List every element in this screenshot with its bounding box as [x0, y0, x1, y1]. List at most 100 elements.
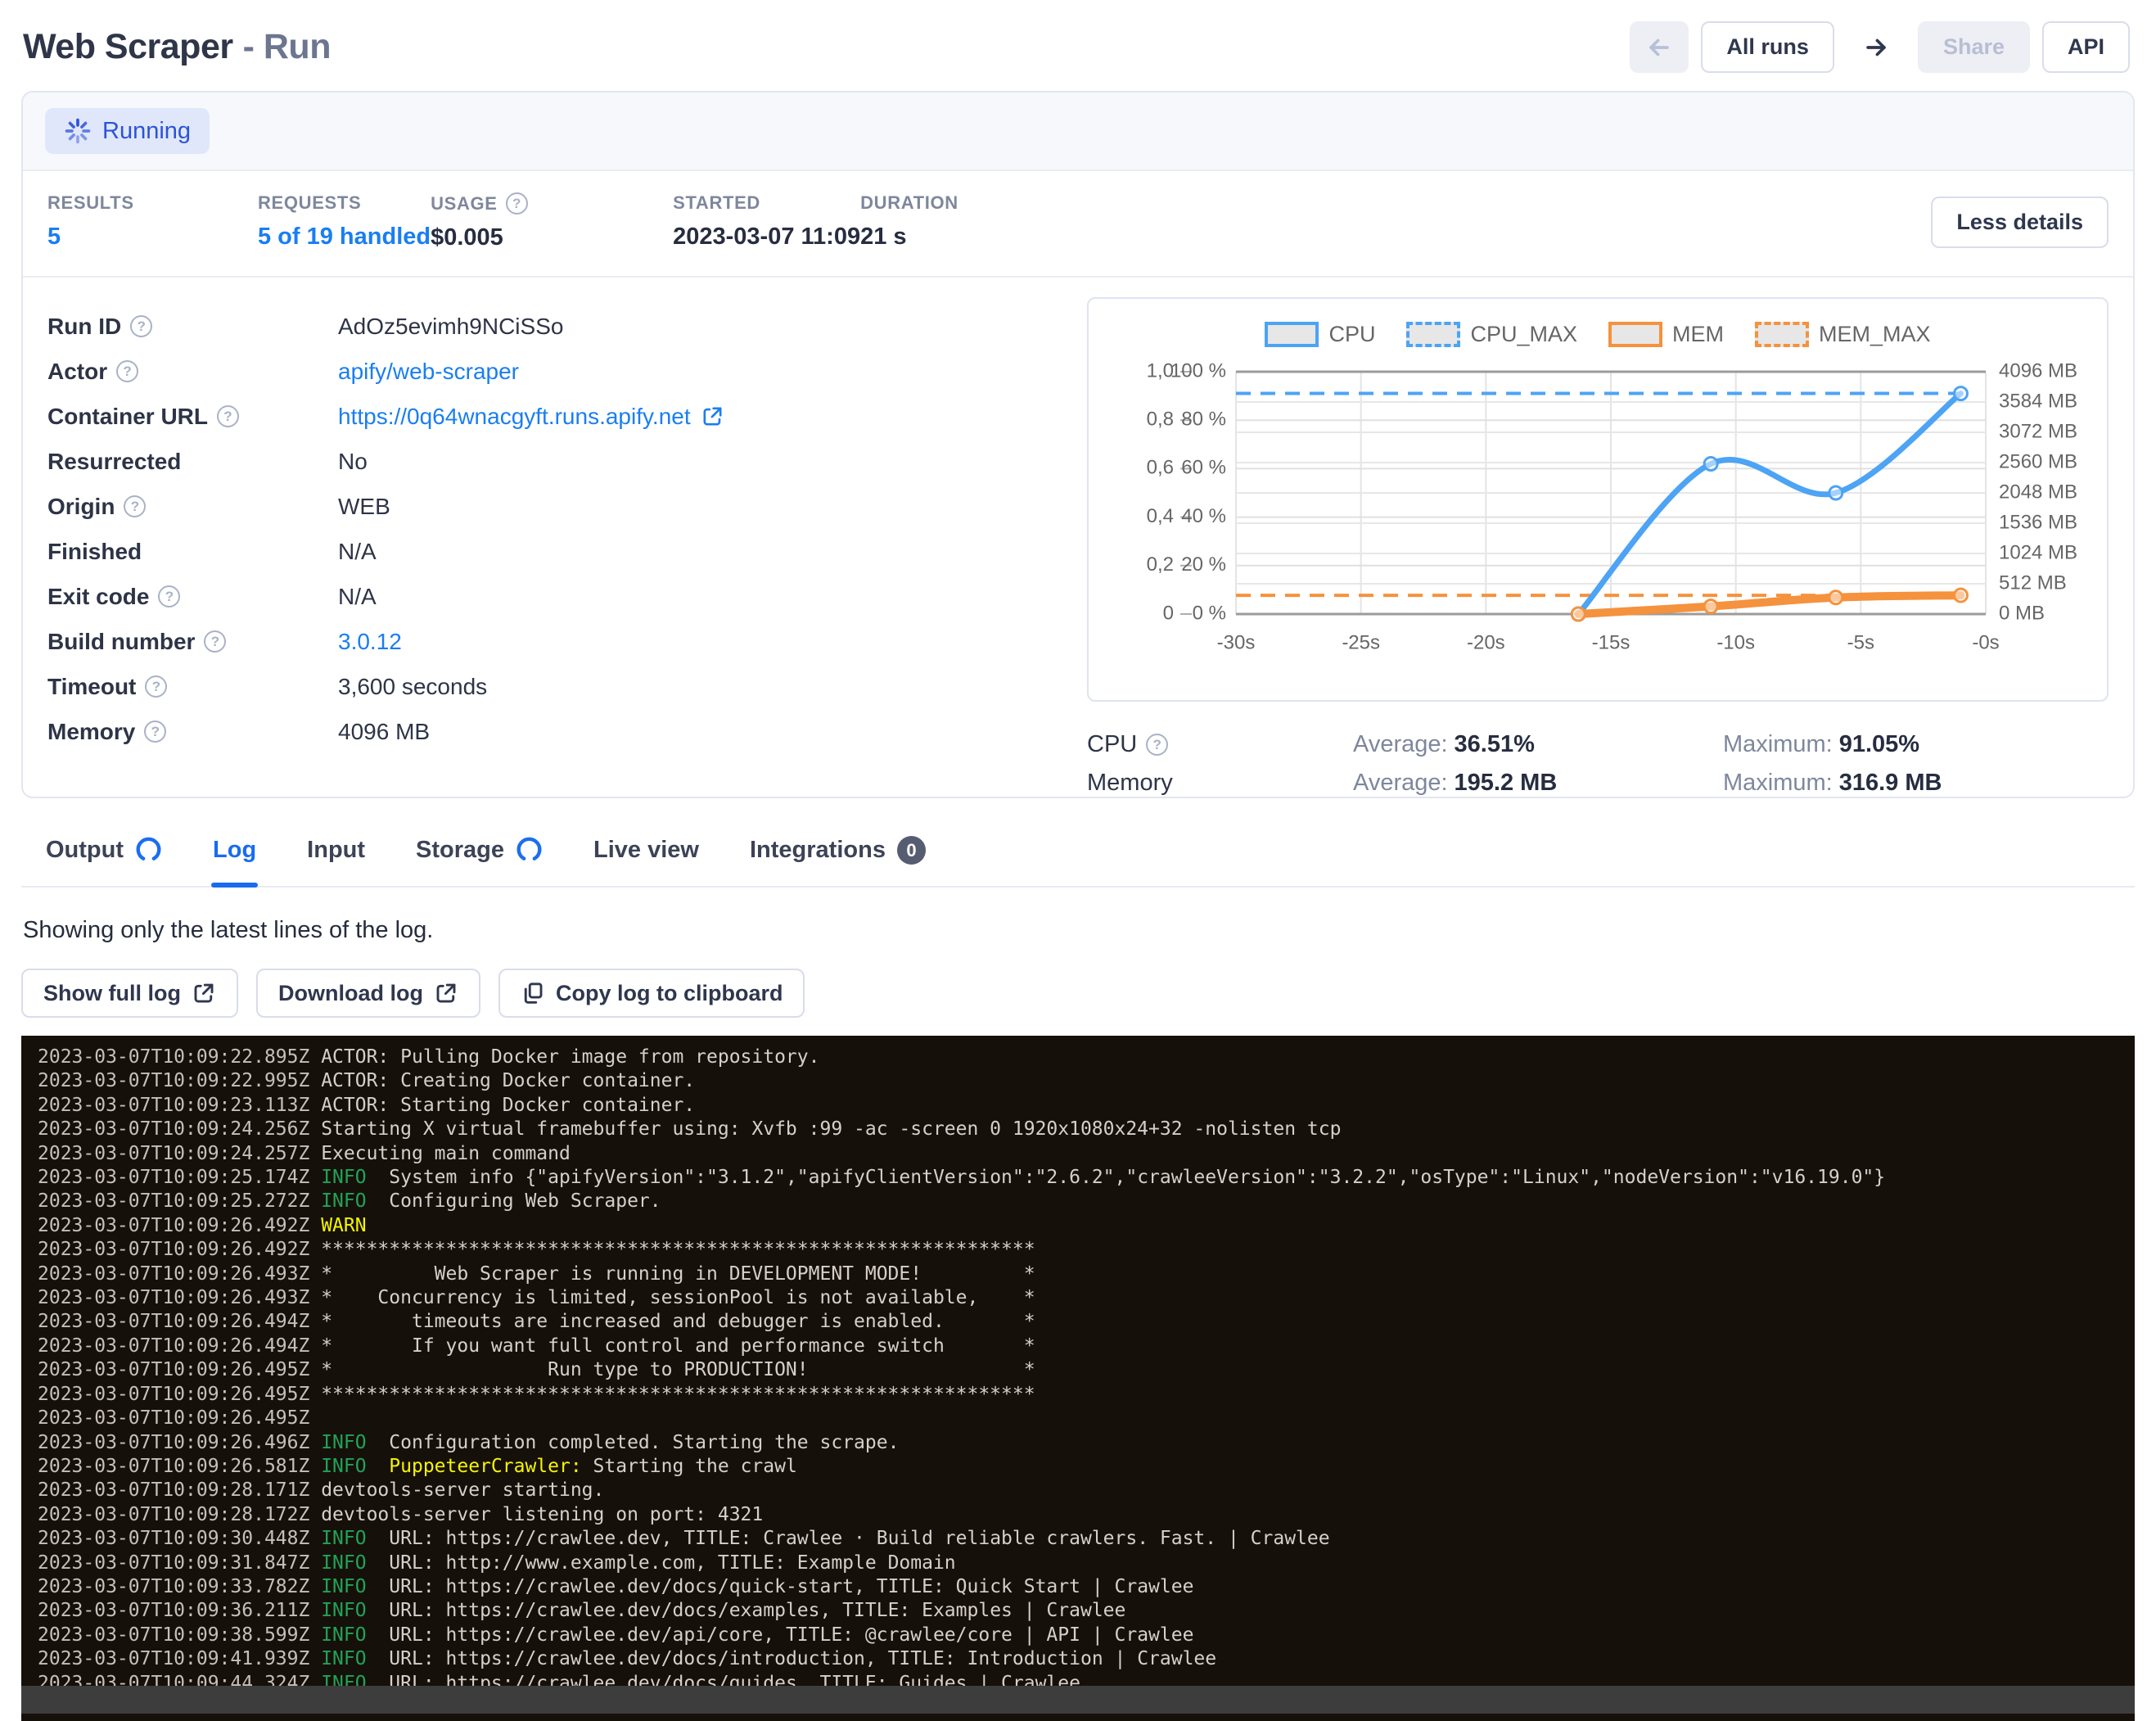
help-icon[interactable]: ? [124, 495, 146, 517]
log-timestamp: 2023-03-07T10:09:36.211Z [38, 1600, 309, 1621]
log-segments: ACTOR: Creating Docker container. [309, 1070, 695, 1091]
legend-label: MEM_MAX [1819, 322, 1931, 347]
help-icon[interactable]: ? [1146, 734, 1168, 756]
log-action-button[interactable]: Copy log to clipboard [498, 969, 805, 1018]
tab[interactable]: Log [211, 831, 258, 886]
detail-value[interactable]: 3.0.12 [338, 629, 402, 655]
log-line: 2023-03-07T10:09:26.494Z * timeouts are … [38, 1310, 2135, 1334]
help-icon[interactable]: ? [116, 360, 138, 382]
log-segment: Starting X virtual framebuffer using: Xv… [309, 1118, 1341, 1140]
share-button[interactable]: Share [1918, 21, 2030, 73]
log-segment: INFO [321, 1624, 366, 1646]
help-icon[interactable]: ? [158, 585, 180, 608]
log-line: 2023-03-07T10:09:26.495Z ***************… [38, 1383, 2135, 1407]
status-bar: Running [23, 93, 2133, 171]
less-details-button[interactable]: Less details [1931, 196, 2109, 248]
log-segments: ACTOR: Starting Docker container. [309, 1095, 695, 1116]
external-link-icon [192, 981, 216, 1005]
log-segment: PuppeteerCrawler: [389, 1456, 581, 1477]
tab-label: Live view [593, 837, 699, 864]
maximum-value: 316.9 MB [1839, 770, 1942, 796]
svg-text:0 %: 0 % [1193, 602, 1226, 624]
detail-label-cell: Origin ? [47, 494, 338, 520]
spinner-icon [64, 117, 92, 145]
log-action-label: Show full log [43, 981, 181, 1006]
log-timestamp: 2023-03-07T10:09:24.256Z [38, 1118, 309, 1140]
run-details-section: Run ID ? AdOz5evimh9NCiSSo Actor ? [23, 278, 2133, 797]
log-segment: URL: https://crawlee.dev/docs/examples, … [367, 1600, 1126, 1621]
log-segment: ACTOR: Pulling Docker image from reposit… [309, 1046, 819, 1068]
legend-item-CPU[interactable]: CPU [1265, 322, 1375, 347]
legend-item-MEM_MAX[interactable]: MEM_MAX [1755, 322, 1931, 347]
usage-summary-row: Memory ? Average:195.2 MB Maximum:316.9 … [1087, 770, 2109, 797]
log-segments: INFO Configuring Web Scraper. [309, 1190, 661, 1212]
status-badge: Running [45, 108, 210, 154]
help-icon[interactable]: ? [144, 720, 166, 743]
help-icon[interactable]: ? [130, 315, 152, 337]
help-icon[interactable]: ? [217, 405, 239, 427]
log-segment [309, 1552, 321, 1574]
page-title: Web Scraper- Run [23, 27, 331, 67]
log-segment: System info {"apifyVersion":"3.1.2","api… [367, 1167, 1886, 1188]
log-action-button[interactable]: Download log [256, 969, 480, 1018]
log-action-label: Download log [278, 981, 423, 1006]
log-line: 2023-03-07T10:09:25.174Z INFO System inf… [38, 1166, 2135, 1190]
detail-label: Finished [47, 539, 142, 565]
detail-value[interactable]: https://0q64wnacgyft.runs.apify.net [338, 404, 691, 430]
detail-value: 3,600 seconds [338, 674, 487, 700]
legend-item-CPU_MAX[interactable]: CPU_MAX [1406, 322, 1577, 347]
log-console[interactable]: 2023-03-07T10:09:22.895Z ACTOR: Pulling … [21, 1036, 2135, 1721]
tab[interactable]: Integrations 0 [748, 831, 927, 886]
log-segment: * If you want full control and performan… [309, 1335, 1035, 1357]
average-label: Average: [1353, 770, 1448, 796]
svg-text:1536 MB: 1536 MB [1999, 511, 2077, 533]
log-segments: * Web Scraper is running in DEVELOPMENT … [309, 1263, 1035, 1285]
detail-label-cell: Build number ? [47, 629, 338, 655]
api-button[interactable]: API [2042, 21, 2130, 73]
svg-text:0: 0 [1163, 602, 1174, 624]
tab-label: Integrations [750, 837, 886, 864]
horizontal-scrollbar[interactable] [21, 1686, 2135, 1714]
next-run-button[interactable] [1847, 21, 1906, 73]
tab[interactable]: Live view [592, 831, 701, 886]
svg-text:-15s: -15s [1592, 631, 1631, 653]
external-link-icon[interactable] [701, 404, 724, 428]
usage-chart-svg[interactable]: 1,00,80,60,40,20100 %80 %60 %40 %20 %0 %… [1089, 359, 2104, 686]
log-segment [309, 1624, 321, 1646]
detail-label: Actor [47, 359, 107, 385]
usage-summary-row: CPU ? Average:36.51% Maximum:91.05% [1087, 731, 2109, 758]
usage-average: Average:195.2 MB [1353, 770, 1723, 797]
help-icon[interactable]: ? [145, 675, 167, 698]
tab-badge: 0 [897, 836, 926, 865]
all-runs-button[interactable]: All runs [1701, 21, 1834, 73]
detail-row: Container URL ? https://0q64wnacgyft.run… [47, 394, 1087, 439]
log-segment [309, 1215, 321, 1236]
help-icon[interactable]: ? [506, 192, 528, 215]
log-timestamp: 2023-03-07T10:09:28.171Z [38, 1479, 309, 1501]
stat-value[interactable]: 5 of 19 handled [258, 224, 431, 251]
log-timestamp: 2023-03-07T10:09:22.895Z [38, 1046, 309, 1068]
log-segment: URL: http://www.example.com, TITLE: Exam… [367, 1552, 956, 1574]
log-segments: Executing main command [309, 1143, 571, 1164]
tab[interactable]: Output [44, 831, 164, 886]
tab[interactable]: Input [305, 831, 367, 886]
log-segments: INFO URL: http://www.example.com, TITLE:… [309, 1552, 955, 1574]
chart-plot-area[interactable]: 1,00,80,60,40,20100 %80 %60 %40 %20 %0 %… [1089, 359, 2107, 690]
log-segment: INFO [321, 1552, 366, 1574]
detail-label-cell: Actor ? [47, 359, 338, 385]
log-timestamp: 2023-03-07T10:09:26.495Z [38, 1407, 309, 1429]
detail-value-cell: 3,600 seconds [338, 674, 1087, 700]
log-line: 2023-03-07T10:09:26.496Z INFO Configurat… [38, 1431, 2135, 1455]
log-segments: INFO URL: https://crawlee.dev/docs/examp… [309, 1600, 1125, 1621]
log-action-button[interactable]: Show full log [21, 969, 238, 1018]
detail-value-cell: 4096 MB [338, 719, 1087, 745]
svg-text:-5s: -5s [1847, 631, 1874, 653]
stat-value[interactable]: 5 [47, 224, 258, 251]
legend-item-MEM[interactable]: MEM [1608, 322, 1724, 347]
log-segment: URL: https://crawlee.dev/docs/introducti… [367, 1648, 1217, 1669]
help-icon[interactable]: ? [204, 630, 226, 653]
detail-value[interactable]: apify/web-scraper [338, 359, 519, 385]
tab[interactable]: Storage [414, 831, 544, 886]
log-line: 2023-03-07T10:09:36.211Z INFO URL: https… [38, 1599, 2135, 1623]
previous-run-button[interactable] [1630, 21, 1689, 73]
